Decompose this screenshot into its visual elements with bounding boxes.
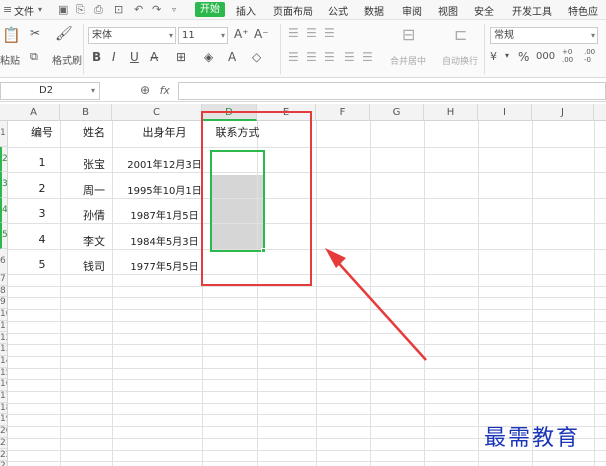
watermark: 最需教育 [484,426,581,451]
arrow-shaft [333,257,427,361]
annotation-arrow [325,248,427,361]
arrow-head [325,248,346,268]
